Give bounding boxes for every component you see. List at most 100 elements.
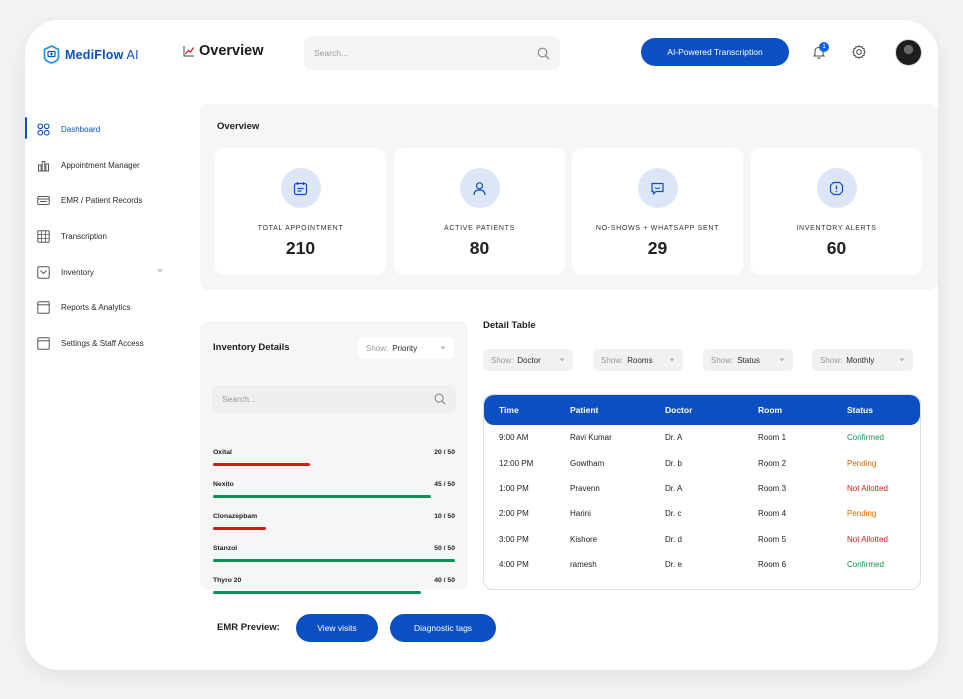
search-input[interactable]: [314, 48, 514, 58]
inventory-item: Nexito 45 / 50: [213, 481, 455, 501]
select-key: Show:: [366, 343, 389, 353]
cell-patient: Gowtham: [570, 458, 605, 468]
status-badge: Pending: [847, 458, 877, 468]
cell-time: 4:00 PM: [499, 560, 529, 570]
column-header-doctor[interactable]: Doctor: [665, 405, 758, 415]
dashboard-icon: [37, 123, 50, 136]
sidebar-item-dashboard[interactable]: Dashboard: [25, 112, 185, 148]
sidebar-item-label: Transcription: [61, 232, 107, 242]
select-key: Show:: [711, 355, 734, 365]
stat-value: 210: [285, 238, 316, 258]
page-title-text: Overview: [199, 43, 264, 59]
inventory-title: Inventory Details: [213, 342, 290, 353]
app-name: MediFlow AI: [65, 47, 139, 62]
calendar-icon: [293, 181, 308, 195]
stat-card-inventory-alerts[interactable]: INVENTORY ALERTS 60: [751, 148, 922, 275]
column-header-room[interactable]: Room: [758, 405, 847, 415]
stat-value: 29: [647, 238, 668, 258]
sidebar-item-transcription[interactable]: Transcription: [25, 219, 185, 255]
chat-icon: [651, 182, 664, 195]
stat-label: INVENTORY ALERTS: [796, 225, 877, 232]
search-icon[interactable]: [537, 47, 550, 60]
cell-doctor: Dr. d: [665, 534, 682, 544]
user-icon: [473, 181, 486, 195]
stat-card-active-patients[interactable]: ACTIVE PATIENTS 80: [394, 148, 565, 275]
stock-bar-fill: [213, 495, 431, 498]
sidebar-item-appointments[interactable]: Appointment Manager: [25, 148, 185, 184]
cell-doctor: Dr. A: [665, 483, 683, 493]
sidebar-item-settings[interactable]: Settings & Staff Access: [25, 326, 185, 362]
table-row[interactable]: 3:00 PM Kishore Dr. d Room 5 Not Allotte…: [484, 527, 920, 552]
chevron-down-icon: [899, 358, 905, 362]
chevron-down-icon: [559, 358, 565, 362]
stat-icon-wrap: [816, 168, 857, 208]
select-key: Show:: [601, 355, 624, 365]
inventory-item: Thyro 20 40 / 50: [213, 577, 455, 597]
filter-doctor-select[interactable]: Show: Doctor: [483, 349, 573, 371]
stat-card-no-shows[interactable]: NO-SHOWS + WHATSAPP SENT 29: [572, 148, 743, 275]
bar-chart-icon: [38, 160, 49, 172]
global-search[interactable]: [304, 36, 560, 70]
search-icon[interactable]: [434, 393, 446, 405]
inventory-item-name: Thyro 20: [213, 577, 242, 584]
stock-bar: [213, 559, 455, 562]
inventory-item-qty: 20 / 50: [434, 449, 455, 456]
filter-period-select[interactable]: Show: Monthly: [812, 349, 913, 371]
select-value: Rooms: [627, 355, 653, 365]
filter-status-select[interactable]: Show: Status: [703, 349, 793, 371]
inventory-item-name: Clonazepbam: [213, 513, 258, 520]
column-header-patient[interactable]: Patient: [570, 405, 665, 415]
inventory-icon: [37, 265, 50, 279]
cell-patient: Kishore: [570, 534, 598, 544]
inventory-item-name: Stanzol: [213, 545, 238, 552]
stat-label: TOTAL APPOINTMENT: [257, 225, 344, 232]
gear-icon[interactable]: [851, 44, 867, 60]
diagnostic-tags-button[interactable]: Diagnostic tags: [390, 614, 496, 642]
ai-transcription-button[interactable]: AI-Powered Transcription: [641, 38, 789, 66]
sidebar-item-emr[interactable]: EMR / Patient Records: [25, 183, 185, 219]
select-key: Show:: [820, 355, 843, 365]
table-row[interactable]: 12:00 PM Gowtham Dr. b Room 2 Pending: [484, 450, 920, 475]
avatar[interactable]: [895, 39, 922, 66]
select-value: Status: [737, 355, 760, 365]
table-row[interactable]: 1:00 PM Pravenn Dr. A Room 3 Not Allotte…: [484, 476, 920, 501]
cell-patient: Pravenn: [570, 483, 600, 493]
chevron-down-icon: [669, 358, 675, 362]
stat-label: NO-SHOWS + WHATSAPP SENT: [595, 225, 720, 232]
view-visits-button[interactable]: View visits: [296, 614, 378, 642]
stat-value: 80: [469, 238, 490, 258]
table-row[interactable]: 2:00 PM Harini Dr. c Room 4 Pending: [484, 501, 920, 526]
sidebar: Dashboard Appointment Manager EMR / Pati…: [25, 112, 185, 361]
inventory-search[interactable]: [212, 385, 456, 413]
detail-table-title: Detail Table: [483, 320, 536, 331]
column-header-status[interactable]: Status: [847, 405, 920, 415]
select-value: Priority: [392, 343, 418, 353]
chevron-down-icon[interactable]: [157, 268, 163, 274]
table-row[interactable]: 9:00 AM Ravi Kumar Dr. A Room 1 Confirme…: [484, 425, 920, 450]
inventory-item-name: Oxital: [213, 449, 232, 456]
status-badge: Not Allotted: [847, 534, 888, 544]
filter-rooms-select[interactable]: Show: Rooms: [593, 349, 683, 371]
stat-value: 60: [826, 238, 847, 258]
reports-icon: [37, 301, 50, 314]
sidebar-item-reports[interactable]: Reports & Analytics: [25, 290, 185, 326]
stock-bar: [213, 591, 455, 594]
stat-card-total-appointment[interactable]: TOTAL APPOINTMENT 210: [215, 148, 386, 275]
inventory-search-input[interactable]: [222, 394, 422, 404]
records-icon: [37, 196, 50, 206]
chevron-down-icon: [440, 346, 446, 350]
select-key: Show:: [491, 355, 514, 365]
appointments-table: Time Patient Doctor Room Status 9:00 AM …: [483, 394, 921, 590]
grid-icon: [37, 230, 50, 243]
sidebar-item-label: Inventory: [61, 267, 94, 277]
status-badge: Not Allotted: [847, 483, 888, 493]
app-logo[interactable]: MediFlow AI: [43, 45, 139, 64]
chevron-down-icon: [779, 358, 785, 362]
app-window: MediFlowAI Overview AI-Powered Transcrip…: [25, 20, 938, 670]
sidebar-item-label: Dashboard: [61, 125, 101, 135]
sidebar-item-inventory[interactable]: Inventory: [25, 254, 185, 290]
inventory-priority-select[interactable]: Show: Priority: [358, 337, 454, 359]
table-row[interactable]: 4:00 PM ramesh Dr. e Room 6 Confirmed: [484, 552, 920, 577]
cell-room: Room 2: [758, 458, 787, 468]
column-header-time[interactable]: Time: [484, 405, 570, 415]
